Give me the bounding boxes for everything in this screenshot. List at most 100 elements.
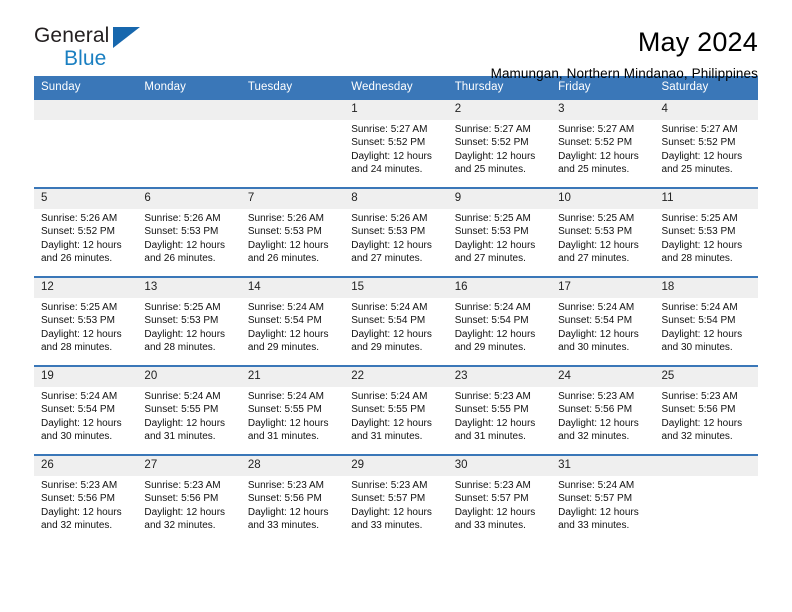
day-number [137, 100, 241, 120]
sunset-time: Sunset: 5:55 PM [454, 404, 529, 416]
day-details: Sunrise: 5:25 AM Sunset: 5:53 PM Daylight:… [551, 209, 654, 266]
daylight-duration-line2: and 32 minutes. [661, 431, 733, 443]
sunrise-time: Sunrise: 5:23 AM [41, 480, 118, 491]
daylight-duration-line2: and 28 minutes. [41, 342, 113, 354]
calendar-cell-day[interactable]: 5 Sunrise: 5:26 AM Sunset: 5:52 PM Daylight… [34, 187, 138, 277]
calendar-cell-day[interactable]: 21 Sunrise: 5:24 AM Sunset: 5:55 PM Dayligh… [240, 365, 345, 455]
calendar-cell-day[interactable]: 12 Sunrise: 5:25 AM Sunset: 5:53 PM Dayligh… [34, 276, 138, 366]
calendar-cell-day[interactable]: 10 Sunrise: 5:25 AM Sunset: 5:53 PM Dayligh… [551, 187, 655, 277]
calendar-cell-day[interactable]: 13 Sunrise: 5:25 AM Sunset: 5:53 PM Dayligh… [137, 276, 241, 366]
daylight-duration-line1: Daylight: 12 hours [454, 328, 536, 340]
calendar-cell-day[interactable]: 15 Sunrise: 5:24 AM Sunset: 5:54 PM Dayligh… [344, 276, 448, 366]
calendar-cell-day[interactable]: 7 Sunrise: 5:26 AM Sunset: 5:53 PM Daylight… [240, 187, 345, 277]
daylight-duration-line2: and 26 minutes. [41, 253, 113, 265]
sunrise-time: Sunrise: 5:25 AM [144, 302, 221, 313]
daylight-duration-line1: Daylight: 12 hours [661, 150, 743, 162]
calendar-cell-day[interactable]: 4 Sunrise: 5:27 AM Sunset: 5:52 PM Daylight… [654, 98, 758, 188]
sunset-time: Sunset: 5:54 PM [454, 315, 529, 327]
day-details: Sunrise: 5:24 AM Sunset: 5:54 PM Daylight:… [34, 387, 137, 444]
calendar-cell-day[interactable]: 18 Sunrise: 5:24 AM Sunset: 5:54 PM Dayligh… [654, 276, 758, 366]
sunset-time: Sunset: 5:52 PM [41, 226, 115, 238]
calendar-cell-day[interactable]: 1 Sunrise: 5:27 AM Sunset: 5:52 PM Daylight… [344, 98, 448, 188]
day-number: 6 [137, 189, 241, 209]
day-details: Sunrise: 5:24 AM Sunset: 5:55 PM Daylight:… [241, 387, 344, 444]
sunset-time: Sunset: 5:54 PM [558, 315, 633, 327]
calendar-cell-day[interactable]: 20 Sunrise: 5:24 AM Sunset: 5:55 PM Dayligh… [137, 365, 241, 455]
calendar-week-row: 12 Sunrise: 5:25 AM Sunset: 5:53 PM Dayligh… [34, 276, 758, 366]
day-details: Sunrise: 5:23 AM Sunset: 5:57 PM Daylight:… [344, 476, 447, 533]
brand-name-blue: Blue [64, 47, 107, 70]
calendar-week-row: 5 Sunrise: 5:26 AM Sunset: 5:52 PM Daylight… [34, 187, 758, 277]
calendar-cell-day[interactable]: 16 Sunrise: 5:24 AM Sunset: 5:54 PM Dayligh… [447, 276, 552, 366]
sunset-time: Sunset: 5:53 PM [558, 226, 633, 238]
sunrise-time: Sunrise: 5:25 AM [661, 213, 738, 224]
title-block: May 2024 Mamungan, Northern Mindanao, Ph… [491, 24, 758, 84]
calendar-page: General Blue May 2024 Mamungan, Northern… [0, 0, 792, 612]
day-number: 29 [344, 456, 448, 476]
day-details: Sunrise: 5:26 AM Sunset: 5:53 PM Daylight:… [241, 209, 344, 266]
day-details: Sunrise: 5:23 AM Sunset: 5:56 PM Daylight:… [551, 387, 654, 444]
calendar-cell-empty [137, 98, 241, 188]
calendar-cell-day[interactable]: 24 Sunrise: 5:23 AM Sunset: 5:56 PM Dayligh… [551, 365, 655, 455]
calendar-cell-day[interactable]: 31 Sunrise: 5:24 AM Sunset: 5:57 PM Dayligh… [551, 454, 655, 544]
day-details: Sunrise: 5:23 AM Sunset: 5:56 PM Daylight:… [34, 476, 137, 533]
calendar-cell-day[interactable]: 30 Sunrise: 5:23 AM Sunset: 5:57 PM Dayligh… [447, 454, 552, 544]
sunrise-time: Sunrise: 5:26 AM [41, 213, 118, 224]
day-details: Sunrise: 5:24 AM Sunset: 5:57 PM Daylight:… [551, 476, 654, 533]
brand-logo[interactable]: General Blue [34, 24, 214, 80]
calendar-cell-day[interactable]: 3 Sunrise: 5:27 AM Sunset: 5:52 PM Daylight… [551, 98, 655, 188]
sunrise-time: Sunrise: 5:25 AM [558, 213, 635, 224]
daylight-duration-line2: and 30 minutes. [661, 342, 733, 354]
daylight-duration-line2: and 26 minutes. [144, 253, 216, 265]
calendar-cell-day[interactable]: 2 Sunrise: 5:27 AM Sunset: 5:52 PM Daylight… [447, 98, 552, 188]
sunrise-time: Sunrise: 5:24 AM [454, 302, 531, 313]
weekday-header-wednesday: Wednesday [344, 76, 448, 99]
calendar-cell-day[interactable]: 6 Sunrise: 5:26 AM Sunset: 5:53 PM Daylight… [137, 187, 241, 277]
day-details: Sunrise: 5:27 AM Sunset: 5:52 PM Daylight:… [344, 120, 447, 177]
sunset-time: Sunset: 5:54 PM [661, 315, 736, 327]
calendar-cell-day[interactable]: 19 Sunrise: 5:24 AM Sunset: 5:54 PM Dayligh… [34, 365, 138, 455]
day-details: Sunrise: 5:27 AM Sunset: 5:52 PM Daylight:… [655, 120, 758, 177]
page-header: General Blue May 2024 Mamungan, Northern… [34, 0, 758, 81]
day-number: 9 [447, 189, 552, 209]
calendar-cell-day[interactable]: 9 Sunrise: 5:25 AM Sunset: 5:53 PM Daylight… [447, 187, 552, 277]
daylight-duration-line2: and 26 minutes. [247, 253, 320, 265]
daylight-duration-line2: and 30 minutes. [41, 431, 113, 443]
sunrise-time: Sunrise: 5:23 AM [558, 391, 635, 402]
sunrise-time: Sunrise: 5:24 AM [41, 391, 118, 402]
sunrise-time: Sunrise: 5:23 AM [351, 480, 428, 491]
calendar-cell-day[interactable]: 14 Sunrise: 5:24 AM Sunset: 5:54 PM Dayligh… [240, 276, 345, 366]
daylight-duration-line2: and 30 minutes. [558, 342, 630, 354]
calendar-cell-day[interactable]: 8 Sunrise: 5:26 AM Sunset: 5:53 PM Daylight… [344, 187, 448, 277]
calendar-cell-day[interactable]: 17 Sunrise: 5:24 AM Sunset: 5:54 PM Dayligh… [551, 276, 655, 366]
daylight-duration-line1: Daylight: 12 hours [351, 328, 432, 340]
day-details: Sunrise: 5:27 AM Sunset: 5:52 PM Daylight:… [551, 120, 654, 177]
calendar-cell-day[interactable]: 11 Sunrise: 5:25 AM Sunset: 5:53 PM Dayligh… [654, 187, 758, 277]
day-number: 25 [654, 367, 758, 387]
daylight-duration-line1: Daylight: 12 hours [351, 150, 432, 162]
sunrise-time: Sunrise: 5:23 AM [661, 391, 738, 402]
day-details: Sunrise: 5:24 AM Sunset: 5:55 PM Daylight:… [137, 387, 240, 444]
calendar-cell-day[interactable]: 28 Sunrise: 5:23 AM Sunset: 5:56 PM Dayligh… [240, 454, 345, 544]
calendar-cell-day[interactable]: 22 Sunrise: 5:24 AM Sunset: 5:55 PM Dayligh… [344, 365, 448, 455]
day-number: 15 [344, 278, 448, 298]
sunrise-time: Sunrise: 5:24 AM [247, 302, 324, 313]
triangle-icon [113, 27, 140, 48]
daylight-duration-line1: Daylight: 12 hours [247, 239, 329, 251]
day-details: Sunrise: 5:24 AM Sunset: 5:54 PM Daylight:… [448, 298, 551, 355]
daylight-duration-line1: Daylight: 12 hours [351, 417, 432, 429]
daylight-duration-line2: and 28 minutes. [144, 342, 216, 354]
calendar-cell-day[interactable]: 29 Sunrise: 5:23 AM Sunset: 5:57 PM Dayligh… [344, 454, 448, 544]
daylight-duration-line2: and 25 minutes. [454, 164, 526, 176]
day-number [654, 456, 758, 476]
daylight-duration-line1: Daylight: 12 hours [41, 239, 122, 251]
day-number: 12 [34, 278, 138, 298]
day-details: Sunrise: 5:27 AM Sunset: 5:52 PM Daylight:… [448, 120, 551, 177]
calendar-cell-day[interactable]: 26 Sunrise: 5:23 AM Sunset: 5:56 PM Dayligh… [34, 454, 138, 544]
daylight-duration-line1: Daylight: 12 hours [454, 239, 536, 251]
calendar-cell-day[interactable]: 25 Sunrise: 5:23 AM Sunset: 5:56 PM Dayligh… [654, 365, 758, 455]
weekday-header-tuesday: Tuesday [240, 76, 345, 99]
calendar-cell-day[interactable]: 27 Sunrise: 5:23 AM Sunset: 5:56 PM Dayligh… [137, 454, 241, 544]
day-number: 10 [551, 189, 655, 209]
calendar-cell-day[interactable]: 23 Sunrise: 5:23 AM Sunset: 5:55 PM Dayligh… [447, 365, 552, 455]
